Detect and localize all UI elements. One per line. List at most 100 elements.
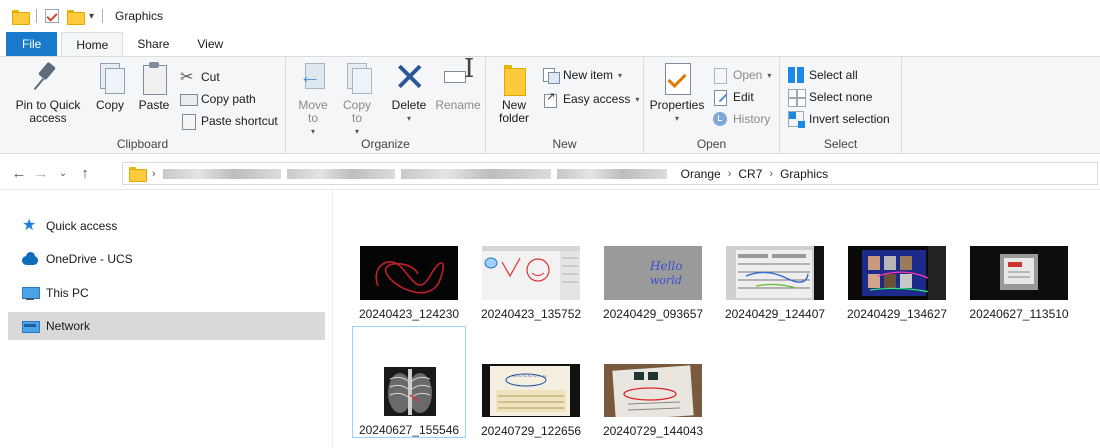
file-item[interactable]: 20240627_155546	[352, 326, 466, 438]
new-group: New folder New item ▾ Easy access ▾ New	[486, 57, 644, 153]
properties-check-icon[interactable]	[45, 9, 59, 23]
new-group-label: New	[552, 137, 577, 151]
invert-selection-label: Invert selection	[809, 112, 890, 126]
easy-access-button[interactable]: Easy access ▾	[542, 90, 640, 108]
select-all-button[interactable]: Select all	[788, 67, 858, 83]
properties-button[interactable]: Properties ▾	[648, 61, 706, 125]
address-bar[interactable]: › Orange › CR7 › Graphics	[122, 162, 1098, 185]
folder-icon	[12, 9, 30, 25]
nav-item-quick-access[interactable]: Quick access	[8, 212, 325, 240]
quick-access-toolbar: ▾	[12, 9, 107, 25]
breadcrumb-chevron-icon[interactable]: ›	[152, 168, 156, 180]
open-group: Properties ▾ Open ▾ Edit History Open	[644, 57, 780, 153]
open-label: Open	[733, 68, 763, 82]
new-folder-icon	[498, 61, 530, 96]
nav-item-network[interactable]: Network	[8, 312, 325, 340]
nav-item-label: Network	[46, 319, 91, 333]
invert-selection-button[interactable]: Invert selection	[788, 111, 890, 128]
rename-button[interactable]: Rename	[434, 61, 482, 112]
nav-item-this-pc[interactable]: This PC	[8, 279, 325, 307]
file-item[interactable]: ~~~~~~~ 20240729_122656	[474, 326, 588, 438]
edit-button[interactable]: Edit	[712, 89, 754, 106]
tab-home[interactable]: Home	[61, 32, 124, 56]
breadcrumb-cr7[interactable]: CR7	[738, 167, 762, 181]
file-item[interactable]: 20240729_144043	[596, 326, 710, 438]
select-group: Select all Select none Invert selection …	[780, 57, 902, 153]
redacted-path	[162, 168, 281, 179]
file-name: 20240429_124407	[724, 307, 826, 321]
cloud-icon	[22, 251, 38, 267]
move-to-button[interactable]: Move to ▾	[294, 61, 332, 138]
image-thumbnail	[360, 365, 458, 416]
easy-access-icon	[542, 90, 558, 108]
file-name: 20240729_144043	[602, 424, 704, 438]
clipboard-group: Pin to Quick access Copy Paste Cut Copy …	[0, 57, 286, 153]
new-folder-icon[interactable]	[67, 9, 85, 25]
pin-to-quick-access-button[interactable]: Pin to Quick access	[8, 61, 88, 125]
star-icon	[22, 215, 38, 235]
navigation-bar: ← → ⌄ ↑ › Orange › CR7 › Graphics	[0, 158, 1100, 190]
nav-item-onedrive[interactable]: OneDrive - UCS	[8, 245, 325, 273]
redacted-path	[556, 168, 667, 179]
cut-button[interactable]: Cut	[180, 67, 220, 87]
breadcrumb-orange[interactable]: Orange	[681, 167, 721, 181]
back-arrow-icon[interactable]: ←	[8, 165, 30, 182]
file-name: 20240429_134627	[846, 307, 948, 321]
copy-to-label: Copy to	[342, 98, 371, 125]
history-button[interactable]: History	[712, 111, 770, 127]
rename-label: Rename	[435, 98, 481, 112]
tab-view[interactable]: View	[183, 32, 237, 56]
svg-text:Hello: Hello	[649, 259, 682, 273]
select-none-button[interactable]: Select none	[788, 89, 872, 105]
select-none-label: Select none	[809, 90, 873, 104]
tab-share[interactable]: Share	[123, 32, 183, 56]
copy-to-button[interactable]: Copy to ▾	[338, 61, 376, 138]
organize-group: Move to ▾ Copy to ▾ ✕ Delete ▾ Rename Or…	[286, 57, 486, 153]
file-name: 20240429_093657	[602, 307, 704, 321]
up-arrow-icon[interactable]: ↑	[74, 165, 96, 182]
file-item[interactable]: 20240627_113510	[962, 246, 1076, 358]
tab-file[interactable]: File	[6, 32, 58, 56]
move-to-icon	[297, 61, 329, 95]
copy-path-label: Copy path	[201, 92, 256, 106]
image-thumbnail	[726, 246, 824, 300]
ribbon: Pin to Quick access Copy Paste Cut Copy …	[0, 56, 1100, 154]
paste-shortcut-button[interactable]: Paste shortcut	[180, 113, 278, 130]
new-item-label: New item	[563, 68, 614, 82]
properties-icon	[661, 61, 693, 95]
rename-icon	[442, 61, 474, 95]
forward-arrow-icon[interactable]: →	[30, 165, 52, 182]
edit-label: Edit	[733, 90, 754, 104]
select-all-label: Select all	[809, 68, 858, 82]
history-icon	[712, 111, 728, 127]
new-folder-button[interactable]: New folder	[494, 61, 534, 125]
delete-button[interactable]: ✕ Delete ▾	[386, 56, 432, 125]
copy-button[interactable]: Copy	[90, 61, 130, 112]
title-bar: ▾ Graphics	[0, 0, 1100, 32]
copy-path-button[interactable]: Copy path	[180, 91, 256, 107]
ribbon-tabs: File Home Share View	[0, 32, 1100, 56]
file-name: 20240729_122656	[480, 424, 582, 438]
image-thumbnail: Hello world	[604, 246, 702, 300]
image-thumbnail	[360, 246, 458, 300]
image-thumbnail	[482, 246, 580, 300]
customize-toolbar-icon[interactable]: ▾	[89, 11, 94, 22]
dropdown-caret-icon: ▾	[635, 94, 640, 104]
breadcrumb-chevron-icon: ›	[769, 167, 774, 180]
open-button[interactable]: Open ▾	[712, 67, 771, 84]
image-thumbnail	[970, 246, 1068, 300]
recent-locations-chevron-icon[interactable]: ⌄	[52, 168, 74, 179]
paste-button[interactable]: Paste	[134, 61, 174, 112]
select-none-icon	[788, 89, 804, 105]
network-icon	[22, 318, 40, 334]
svg-text:world: world	[650, 274, 682, 287]
window-title: Graphics	[115, 9, 164, 23]
image-thumbnail	[848, 246, 946, 300]
copy-to-icon	[341, 61, 373, 95]
edit-icon	[712, 89, 728, 106]
file-item[interactable]: 20240429_134627	[840, 246, 954, 358]
breadcrumb-graphics[interactable]: Graphics	[780, 167, 828, 181]
delete-x-icon: ✕	[393, 56, 427, 100]
new-item-button[interactable]: New item ▾	[542, 67, 622, 84]
file-item[interactable]: 20240429_124407	[718, 246, 832, 358]
